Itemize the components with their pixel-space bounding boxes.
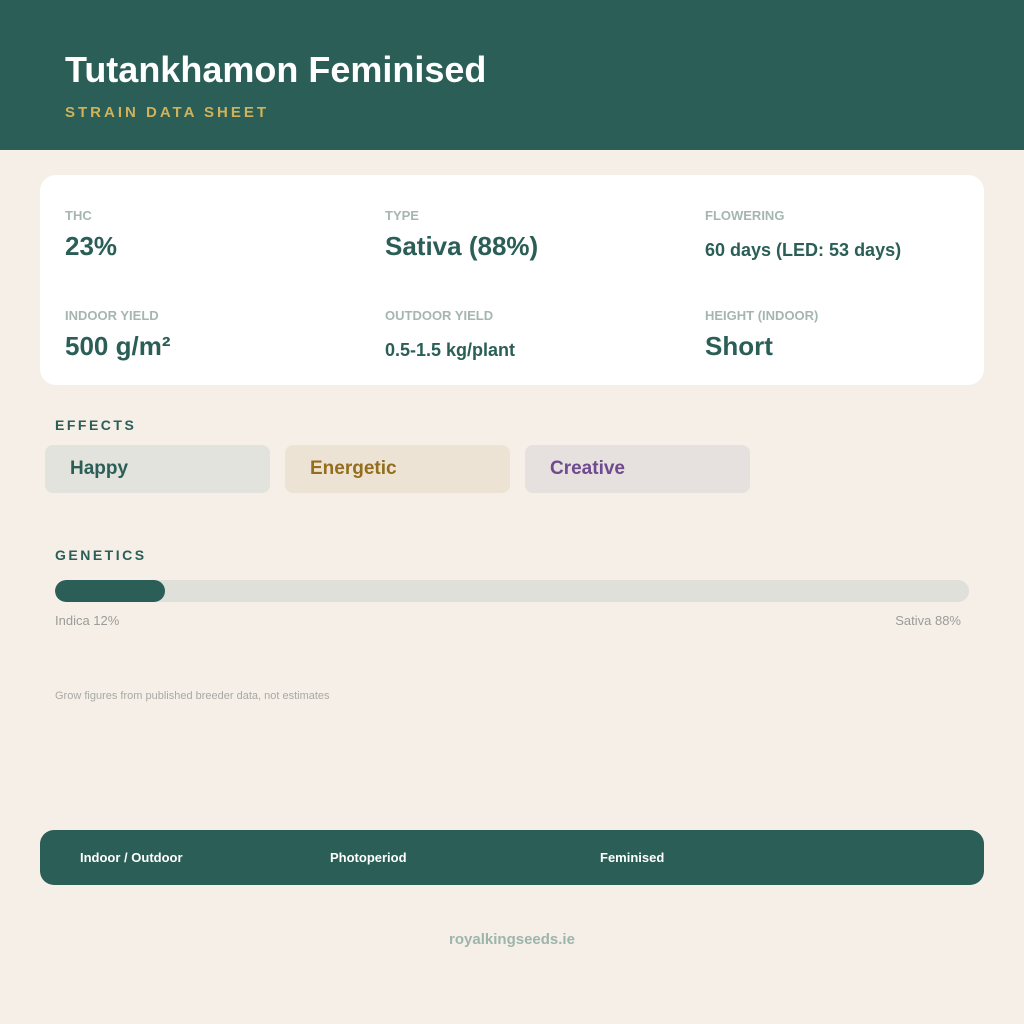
footer-features-bar: Indoor / Outdoor Photoperiod Feminised xyxy=(40,830,984,885)
stat-label: INDOOR YIELD xyxy=(65,308,159,323)
genetics-heading: GENETICS xyxy=(55,547,147,563)
sativa-label: Sativa 88% xyxy=(895,613,961,628)
effect-chip-energetic: Energetic xyxy=(285,445,510,493)
stat-thc: THC 23% xyxy=(65,208,117,261)
genetics-bar-track xyxy=(55,580,969,602)
stat-label: HEIGHT (INDOOR) xyxy=(705,308,819,323)
effects-heading: EFFECTS xyxy=(55,417,137,433)
stat-flowering: FLOWERING 60 days (LED: 53 days) xyxy=(705,208,901,261)
page-title: Tutankhamon Feminised xyxy=(65,49,487,90)
genetics-bar-indica-fill xyxy=(55,580,165,602)
feature-feminised: Feminised xyxy=(600,850,665,865)
website-link[interactable]: royalkingseeds.ie xyxy=(0,931,1024,949)
stat-value: 500 g/m² xyxy=(65,331,171,361)
stats-card: THC 23% TYPE Sativa (88%) FLOWERING 60 d… xyxy=(40,175,984,385)
stat-value: 23% xyxy=(65,231,118,261)
stat-label: FLOWERING xyxy=(705,208,785,223)
stat-type: TYPE Sativa (88%) xyxy=(385,208,538,261)
header-banner: Tutankhamon Feminised STRAIN DATA SHEET xyxy=(0,0,1024,150)
stat-label: OUTDOOR YIELD xyxy=(385,308,494,323)
stat-outdoor-yield: OUTDOOR YIELD 0.5-1.5 kg/plant xyxy=(385,308,515,361)
strain-data-sheet: Tutankhamon Feminised STRAIN DATA SHEET … xyxy=(0,0,1024,1024)
stat-value: 0.5-1.5 kg/plant xyxy=(385,340,516,360)
feature-photoperiod: Photoperiod xyxy=(330,850,407,865)
page-subtitle: STRAIN DATA SHEET xyxy=(65,104,270,121)
stat-label: THC xyxy=(65,208,92,223)
stat-indoor-yield: INDOOR YIELD 500 g/m² xyxy=(65,308,171,361)
stat-label: TYPE xyxy=(385,208,419,223)
effect-chip-creative: Creative xyxy=(525,445,750,493)
data-source-note: Grow figures from published breeder data… xyxy=(55,690,330,702)
effect-chip-happy: Happy xyxy=(45,445,270,493)
indica-label: Indica 12% xyxy=(55,613,120,628)
stat-height-indoor: HEIGHT (INDOOR) Short xyxy=(705,308,818,361)
stat-value: Short xyxy=(705,331,773,361)
stat-value: Sativa (88%) xyxy=(385,231,539,261)
feature-indoor-outdoor: Indoor / Outdoor xyxy=(80,850,183,865)
stat-value: 60 days (LED: 53 days) xyxy=(705,240,902,260)
